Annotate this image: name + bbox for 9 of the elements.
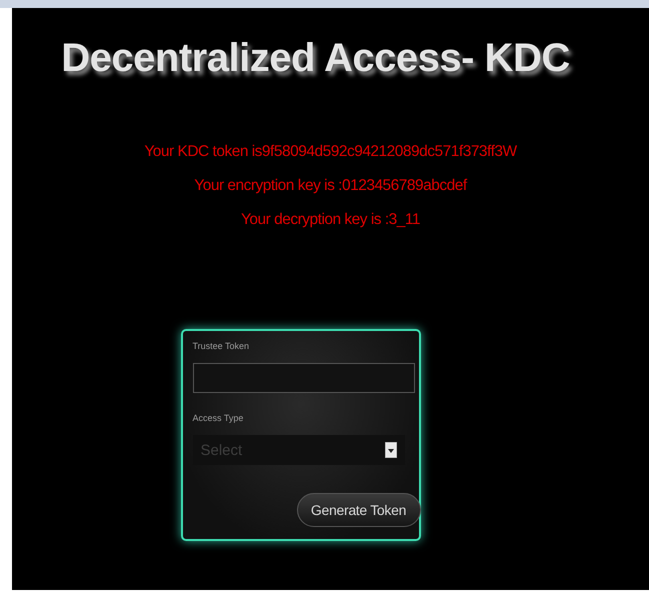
dropdown-arrow-icon [384,442,396,458]
result-message: Your decryption key is :3_11 [240,211,420,229]
input-field[interactable] [192,363,414,393]
field-label: Trustee Token [192,341,250,351]
result-message: Your KDC token is9f58094d592c94212089dc571f373ff3W [144,143,517,161]
generate-token-button[interactable]: Generate Token [296,493,420,527]
field-label: Access Type [192,413,244,423]
page-title: Decentralized Access- KDC [61,36,570,81]
result-message: Your encryption key is :0123456789abcdef [194,177,467,195]
